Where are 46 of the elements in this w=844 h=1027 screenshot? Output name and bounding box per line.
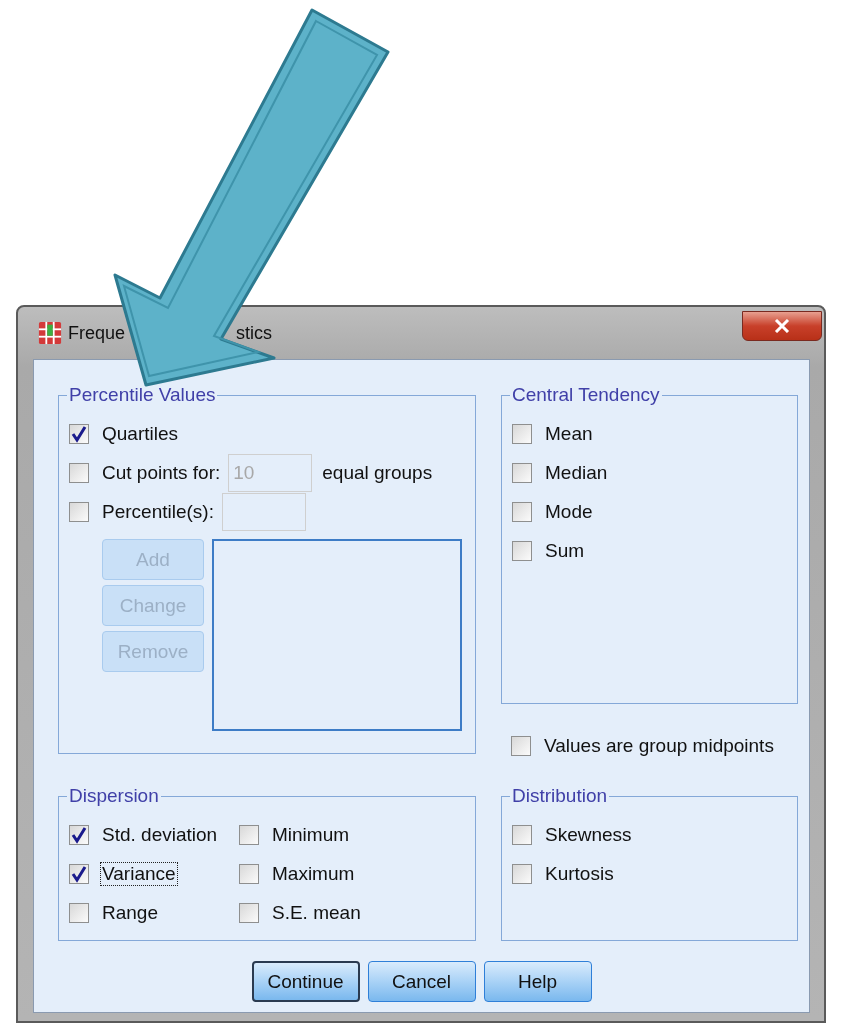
close-button[interactable] <box>742 311 822 341</box>
checkbox[interactable] <box>512 423 532 444</box>
checkbox[interactable] <box>512 462 532 483</box>
checkbox-label[interactable]: Percentile(s): <box>100 499 216 524</box>
checkbox[interactable] <box>512 540 532 561</box>
checkbox[interactable] <box>69 423 89 444</box>
checkbox-label[interactable]: Maximum <box>270 861 357 886</box>
checkbox[interactable] <box>512 501 532 522</box>
checkbox-label[interactable]: Skewness <box>543 822 634 847</box>
list-box[interactable] <box>212 539 462 731</box>
checkbox[interactable] <box>69 902 89 923</box>
checkbox-label[interactable]: Std. deviation <box>100 822 220 847</box>
checkbox-label[interactable]: Sum <box>543 538 587 563</box>
button[interactable]: Continue <box>251 961 360 1002</box>
group-title: Central Tendency <box>511 384 661 406</box>
checkbox-label[interactable]: Variance <box>100 861 178 886</box>
checkbox-label[interactable]: Kurtosis <box>543 861 616 886</box>
checkbox[interactable] <box>239 824 259 845</box>
checkbox[interactable] <box>512 863 532 884</box>
checkbox-label[interactable]: S.E. mean <box>270 900 363 925</box>
checkbox-label[interactable]: Minimum <box>270 822 352 847</box>
group-title: Dispersion <box>68 785 160 807</box>
group-title: Percentile Values <box>68 384 217 406</box>
table-icon <box>38 321 62 345</box>
checkbox[interactable] <box>69 501 89 522</box>
checkbox-label[interactable]: Mode <box>543 499 595 524</box>
checkbox-label[interactable]: Median <box>543 460 610 485</box>
checkbox-label[interactable]: Mean <box>543 421 595 446</box>
group-title: Distribution <box>511 785 609 807</box>
checkbox-label[interactable]: Range <box>100 900 160 925</box>
checkbox[interactable] <box>512 824 532 845</box>
close-icon <box>774 319 790 333</box>
checkbox[interactable] <box>511 735 531 756</box>
checkbox-label[interactable]: Quartiles <box>100 421 181 446</box>
checkbox-label[interactable]: Values are group midpoints <box>542 733 776 758</box>
checkbox-label[interactable]: Cut points for: <box>100 460 223 485</box>
checkbox[interactable] <box>69 863 89 884</box>
checkbox[interactable] <box>69 824 89 845</box>
checkbox[interactable] <box>239 863 259 884</box>
checkbox[interactable] <box>69 462 89 483</box>
field-suffix: equal groups <box>322 461 433 484</box>
button[interactable]: Cancel <box>367 961 476 1002</box>
button[interactable]: Help <box>483 961 592 1002</box>
window-title: stics <box>236 322 272 344</box>
window-title: Freque <box>68 322 127 344</box>
checkbox[interactable] <box>239 902 259 923</box>
